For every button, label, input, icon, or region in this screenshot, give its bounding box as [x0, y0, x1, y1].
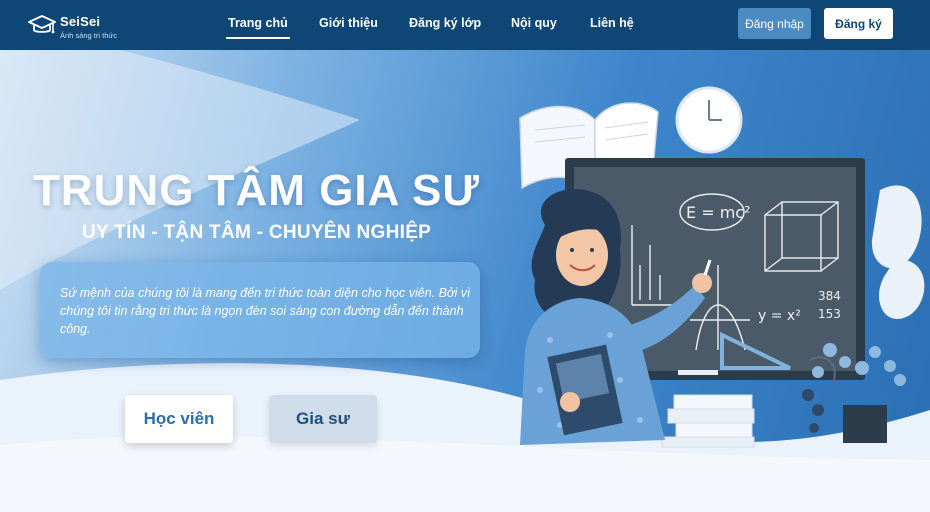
nav-contact[interactable]: Liên hệ — [590, 16, 634, 30]
hero-subtitle: UY TÍN - TẬN TÂM - CHUYÊN NGHIỆP — [82, 222, 432, 243]
mission-card: Sứ mệnh của chúng tôi là mang đến tri th… — [40, 262, 480, 358]
student-button[interactable]: Học viên — [125, 395, 233, 443]
hero-section: TRUNG TÂM GIA SƯ UY TÍN - TẬN TÂM - CHUY… — [0, 50, 930, 512]
graduation-cap-icon — [28, 15, 56, 34]
svg-text:y = x²: y = x² — [758, 308, 801, 324]
nav-home[interactable]: Trang chủ — [226, 16, 290, 39]
brand-name: SeiSei — [60, 14, 101, 29]
brand-slogan: Ánh sáng tri thức — [60, 31, 118, 40]
tutor-button[interactable]: Gia sư — [269, 395, 377, 443]
mission-text: Sứ mệnh của chúng tôi là mang đến tri th… — [60, 286, 471, 336]
book-stack — [661, 394, 755, 448]
nav-register-class[interactable]: Đăng ký lớp — [409, 16, 481, 30]
svg-text:153: 153 — [818, 307, 841, 321]
teacher-illustration: E = mc² y = x² 384 153 — [519, 86, 925, 448]
nav-rules[interactable]: Nội quy — [511, 16, 557, 30]
navbar: SeiSei Ánh sáng tri thức Trang chủ Giới … — [0, 0, 930, 50]
nav-about[interactable]: Giới thiệu — [319, 16, 378, 30]
svg-text:E = mc²: E = mc² — [686, 203, 750, 222]
leaf-decoration — [871, 185, 925, 320]
login-button[interactable]: Đăng nhập — [738, 8, 811, 39]
register-button[interactable]: Đăng ký — [824, 8, 893, 39]
logo[interactable]: SeiSei Ánh sáng tri thức — [28, 12, 138, 42]
svg-text:384: 384 — [818, 289, 841, 303]
clock-icon — [675, 86, 743, 154]
hero-title: TRUNG TÂM GIA SƯ — [33, 166, 480, 215]
